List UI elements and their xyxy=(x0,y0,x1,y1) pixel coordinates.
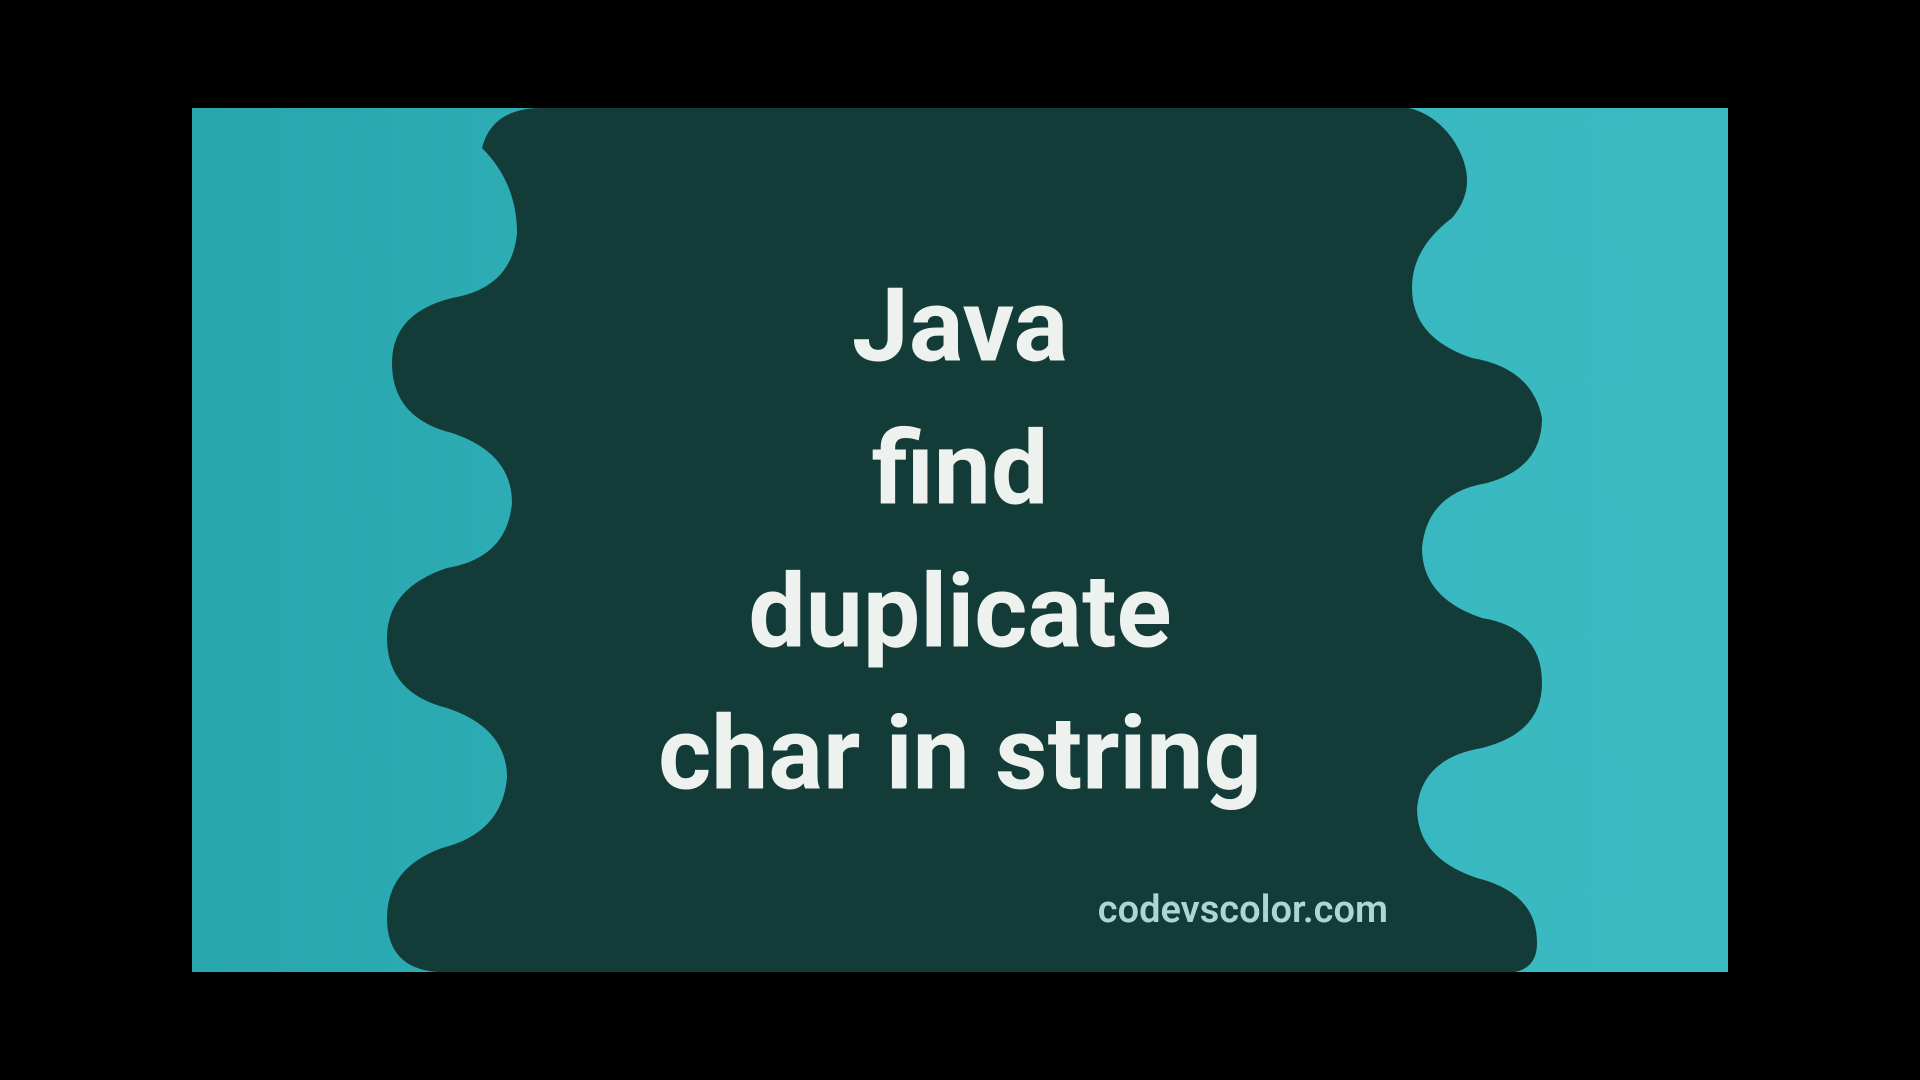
watermark-text: codevscolor.com xyxy=(1098,888,1388,932)
title-container: Java find duplicate char in string xyxy=(192,254,1728,825)
title-line-3: duplicate xyxy=(192,540,1728,683)
title-line-4: char in string xyxy=(192,683,1728,826)
title-line-2: find xyxy=(192,397,1728,540)
banner-canvas: Java find duplicate char in string codev… xyxy=(192,108,1728,972)
title-line-1: Java xyxy=(192,254,1728,397)
